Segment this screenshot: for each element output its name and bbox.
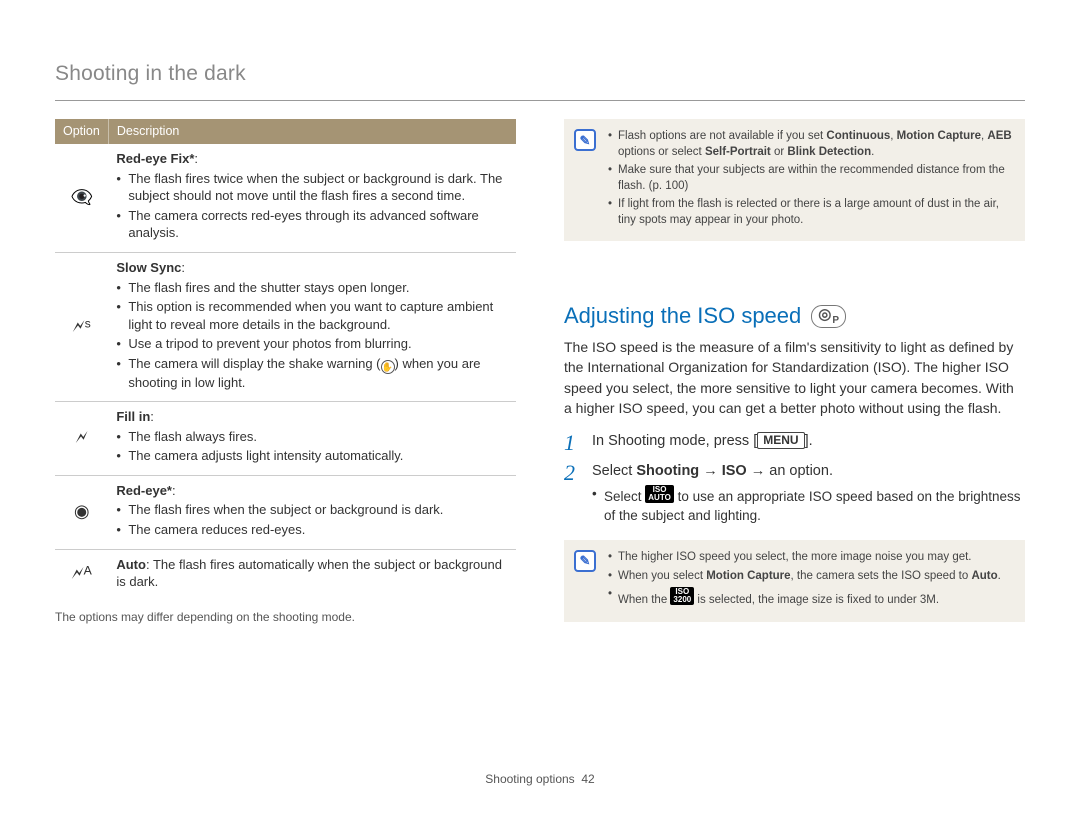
text: , the camera sets the ISO speed to xyxy=(791,570,972,582)
note-icon: ✎ xyxy=(574,550,596,572)
list-item: Flash options are not available if you s… xyxy=(608,129,1013,160)
list-item: The flash fires twice when the subject o… xyxy=(116,170,508,205)
step-1: In Shooting mode, press [MENU]. xyxy=(564,432,1025,452)
red-eye-fix-icon: 👁‍🗨 xyxy=(55,144,108,252)
mode-dial-icon: ◎ xyxy=(811,305,846,328)
fill-in-icon: 🗲 xyxy=(55,402,108,476)
option-title: Red-eye* xyxy=(116,483,172,498)
table-footnote: The options may differ depending on the … xyxy=(55,609,516,625)
note-list: Flash options are not available if you s… xyxy=(608,129,1013,228)
list-item: The camera corrects red-eyes through its… xyxy=(116,207,508,242)
right-column: ✎ Flash options are not available if you… xyxy=(564,119,1025,641)
slow-sync-icon: 🗲ˢ xyxy=(55,252,108,401)
step-2: Select Shooting → ISO → an option. Selec… xyxy=(564,462,1025,526)
table-row: 🗲 Fill in: The flash always fires. The c… xyxy=(55,402,516,476)
option-title: Auto xyxy=(116,557,146,572)
bullet-list: The flash always fires. The camera adjus… xyxy=(116,428,508,465)
list-item: The flash fires when the subject or back… xyxy=(116,501,508,519)
step-text-post: ]. xyxy=(805,433,813,449)
list-item: Make sure that your subjects are within … xyxy=(608,163,1013,194)
option-title: Red-eye Fix* xyxy=(116,151,194,166)
text: is selected, the image size is fixed to … xyxy=(694,594,939,606)
option-desc-inline: : The flash fires automatically when the… xyxy=(116,557,502,590)
text: Select xyxy=(604,489,645,504)
list-item: When the ISO3200 is selected, the image … xyxy=(608,587,1013,609)
cell-description: Red-eye*: The flash fires when the subje… xyxy=(108,475,516,549)
iso-notes-box: ✎ The higher ISO speed you select, the m… xyxy=(564,540,1025,622)
table-row: 🗲ᴬ Auto: The flash fires automatically w… xyxy=(55,549,516,599)
list-item: Use a tripod to prevent your photos from… xyxy=(116,335,508,353)
step-text-pre: In Shooting mode, press [ xyxy=(592,433,757,449)
cell-description: Fill in: The flash always fires. The cam… xyxy=(108,402,516,476)
manual-page: Shooting in the dark Option Description … xyxy=(0,0,1080,682)
table-row: 👁‍🗨 Red-eye Fix*: The flash fires twice … xyxy=(55,144,516,252)
footer-page-number: 42 xyxy=(581,772,594,786)
divider xyxy=(55,100,1025,101)
th-option: Option xyxy=(55,119,108,144)
cell-description: Slow Sync: The flash fires and the shutt… xyxy=(108,252,516,401)
list-item: The flash fires and the shutter stays op… xyxy=(116,279,508,297)
footer-section: Shooting options xyxy=(485,772,574,786)
left-column: Option Description 👁‍🗨 Red-eye Fix*: The… xyxy=(55,119,516,641)
list-item: Select ISOAUTO to use an appropriate ISO… xyxy=(592,485,1025,526)
steps-list: In Shooting mode, press [MENU]. Select S… xyxy=(564,432,1025,526)
menu-button-label: MENU xyxy=(757,432,804,448)
note-icon: ✎ xyxy=(574,129,596,151)
step-2-sub: Select ISOAUTO to use an appropriate ISO… xyxy=(592,485,1025,526)
flash-notes-box: ✎ Flash options are not available if you… xyxy=(564,119,1025,241)
auto-flash-icon: 🗲ᴬ xyxy=(55,549,108,599)
list-item: The flash always fires. xyxy=(116,428,508,446)
shake-warning-icon: ✋ xyxy=(381,360,395,374)
text: When you select xyxy=(618,570,706,582)
cell-description: Red-eye Fix*: The flash fires twice when… xyxy=(108,144,516,252)
bullet-list: The flash fires twice when the subject o… xyxy=(116,170,508,242)
bullet-list: The flash fires when the subject or back… xyxy=(116,501,508,538)
iso-heading: Adjusting the ISO speed ◎ xyxy=(564,301,1025,331)
two-column-layout: Option Description 👁‍🗨 Red-eye Fix*: The… xyxy=(55,119,1025,641)
option-title: Fill in xyxy=(116,409,150,424)
section-header: Shooting in the dark xyxy=(55,60,1025,88)
list-item: The camera will display the shake warnin… xyxy=(116,355,508,392)
spacer xyxy=(564,261,1025,301)
table-row: ◉ Red-eye*: The flash fires when the sub… xyxy=(55,475,516,549)
flash-options-table: Option Description 👁‍🗨 Red-eye Fix*: The… xyxy=(55,119,516,598)
page-footer: Shooting options 42 xyxy=(0,771,1080,787)
list-item: When you select Motion Capture, the came… xyxy=(608,569,1013,585)
option-title: Slow Sync xyxy=(116,260,181,275)
text: . xyxy=(998,570,1001,582)
bold-text: Auto xyxy=(971,570,997,582)
list-item: The higher ISO speed you select, the mor… xyxy=(608,550,1013,566)
text: When the xyxy=(618,594,670,606)
bullet-list: The flash fires and the shutter stays op… xyxy=(116,279,508,392)
note-list: The higher ISO speed you select, the mor… xyxy=(608,550,1013,609)
iso-3200-icon: ISO3200 xyxy=(670,587,694,605)
list-item: This option is recommended when you want… xyxy=(116,298,508,333)
list-item: The camera adjusts light intensity autom… xyxy=(116,447,508,465)
heading-text: Adjusting the ISO speed xyxy=(564,301,801,331)
bold-text: Motion Capture xyxy=(706,570,790,582)
list-item: If light from the flash is relected or t… xyxy=(608,197,1013,228)
iso-body-text: The ISO speed is the measure of a film's… xyxy=(564,337,1025,418)
red-eye-icon: ◉ xyxy=(55,475,108,549)
table-row: 🗲ˢ Slow Sync: The flash fires and the sh… xyxy=(55,252,516,401)
list-item: The camera reduces red-eyes. xyxy=(116,521,508,539)
th-description: Description xyxy=(108,119,516,144)
iso-auto-icon: ISOAUTO xyxy=(645,485,674,503)
cell-description: Auto: The flash fires automatically when… xyxy=(108,549,516,599)
